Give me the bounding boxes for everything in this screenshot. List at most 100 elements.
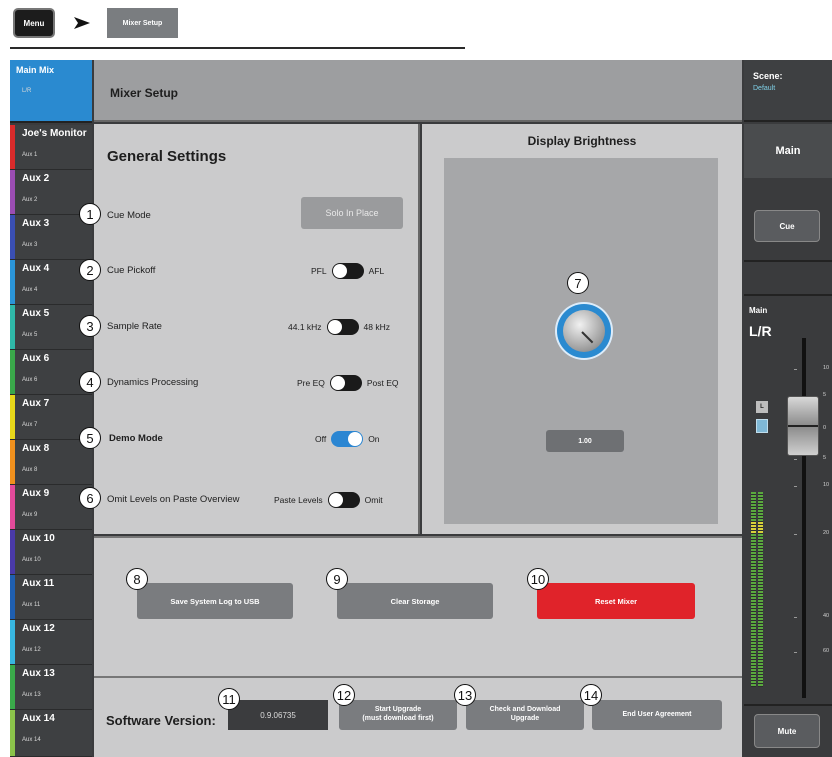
mute-button[interactable]: Mute xyxy=(754,714,820,748)
dynamics-left: Pre EQ xyxy=(297,378,325,388)
omit-levels-toggle[interactable] xyxy=(327,492,360,508)
left-indicator: L xyxy=(756,401,768,413)
channel-aux-11[interactable]: Aux 11 Aux 11 xyxy=(10,575,92,620)
scale-label: 5 xyxy=(823,392,827,398)
omit-levels-left: Paste Levels xyxy=(274,495,323,505)
channel-sub: Aux 4 xyxy=(22,287,38,293)
channel-name: Aux 14 xyxy=(22,713,55,724)
breadcrumb-mixer-setup[interactable]: Mixer Setup xyxy=(107,8,178,38)
sample-rate-label: Sample Rate xyxy=(107,321,162,332)
demo-mode-control: Off On xyxy=(315,431,380,447)
check-download-line-2: Upgrade xyxy=(510,715,540,722)
breadcrumb-arrow-icon xyxy=(74,17,90,29)
software-version-label: Software Version: xyxy=(106,713,216,728)
cue-pickoff-right: AFL xyxy=(368,266,385,276)
callout-7: 7 xyxy=(567,272,589,294)
general-settings-panel: General Settings Cue Mode Solo In Place … xyxy=(94,124,420,534)
channel-sub: Aux 1 xyxy=(22,152,38,158)
channel-name: Aux 5 xyxy=(22,308,50,319)
channel-aux-1[interactable]: Joe's Monitor Aux 1 xyxy=(10,125,92,170)
toggle-knob xyxy=(330,376,345,390)
start-upgrade-button[interactable]: Start Upgrade (must download first) xyxy=(339,700,457,730)
save-system-log-button[interactable]: Save System Log to USB xyxy=(137,583,293,619)
channel-color-bar xyxy=(10,170,15,214)
channel-color-bar xyxy=(10,665,15,709)
demo-mode-label: Demo Mode xyxy=(109,433,163,444)
main-button[interactable]: Main xyxy=(744,124,832,178)
channel-name: Aux 10 xyxy=(22,533,55,544)
channel-aux-3[interactable]: Aux 3 Aux 3 xyxy=(10,215,92,260)
channel-main-mix[interactable]: Main Mix L/R xyxy=(10,60,92,123)
callout-4: 4 xyxy=(79,371,101,393)
clear-storage-button[interactable]: Clear Storage xyxy=(337,583,493,619)
toggle-knob xyxy=(348,432,363,446)
mixer-setup-page: Menu Mixer Setup Main Mix L/R Joe's Monito… xyxy=(0,0,832,757)
demo-mode-toggle[interactable] xyxy=(331,431,364,447)
cue-mode-button[interactable]: Solo In Place xyxy=(301,197,403,229)
channel-aux-10[interactable]: Aux 10 Aux 10 xyxy=(10,530,92,575)
meter-peak-left xyxy=(751,522,756,534)
scale-tick xyxy=(794,459,797,460)
channel-aux-6[interactable]: Aux 6 Aux 6 xyxy=(10,350,92,395)
scale-label: 10 xyxy=(823,482,830,488)
channel-name: Aux 6 xyxy=(22,353,50,364)
channel-color-bar xyxy=(10,620,15,664)
callout-6: 6 xyxy=(79,487,101,509)
channel-aux-12[interactable]: Aux 12 Aux 12 xyxy=(10,620,92,665)
channel-color-bar xyxy=(10,530,15,574)
scale-label: 60 xyxy=(823,648,830,654)
scale-tick xyxy=(794,652,797,653)
display-brightness-panel: Display Brightness 1.00 xyxy=(422,124,742,534)
knob-pointer xyxy=(581,331,594,344)
omit-levels-control: Paste Levels Omit xyxy=(274,492,383,508)
scale-tick xyxy=(794,369,797,370)
channel-name: Aux 8 xyxy=(22,443,50,454)
cue-pickoff-toggle[interactable] xyxy=(331,263,364,279)
callout-13: 13 xyxy=(454,684,476,706)
reset-mixer-button[interactable]: Reset Mixer xyxy=(537,583,695,619)
brightness-knob[interactable] xyxy=(557,304,611,358)
scale-label: 5 xyxy=(823,455,827,461)
fader-channel-name: L/R xyxy=(749,323,772,339)
toggle-knob xyxy=(327,320,342,334)
utilities-panel: Save System Log to USB Clear Storage Res… xyxy=(94,536,742,676)
end-user-agreement-button[interactable]: End User Agreement xyxy=(592,700,722,730)
callout-12: 12 xyxy=(333,684,355,706)
channel-color-bar xyxy=(10,215,15,259)
check-download-line-1: Check and Download xyxy=(489,706,561,714)
page-title: Mixer Setup xyxy=(110,86,179,100)
cue-pickoff-label: Cue Pickoff xyxy=(107,265,156,276)
demo-mode-left: Off xyxy=(315,434,327,444)
sample-rate-toggle[interactable] xyxy=(326,319,359,335)
channel-aux-14[interactable]: Aux 14 Aux 14 xyxy=(10,710,92,757)
dynamics-label: Dynamics Processing xyxy=(107,377,199,388)
channel-sub: Aux 2 xyxy=(22,197,38,203)
fader-line xyxy=(788,425,818,427)
dynamics-toggle[interactable] xyxy=(329,375,362,391)
channel-sub: Aux 11 xyxy=(22,602,41,608)
channel-sub: Aux 3 xyxy=(22,242,38,248)
channel-sub: Aux 9 xyxy=(22,512,38,518)
channel-color-bar xyxy=(10,125,15,169)
channel-sub: Aux 7 xyxy=(22,422,38,428)
sample-rate-left: 44.1 kHz xyxy=(288,322,322,332)
scale-tick xyxy=(794,534,797,535)
channel-sub: Aux 6 xyxy=(22,377,38,383)
callout-8: 8 xyxy=(126,568,148,590)
check-download-upgrade-button[interactable]: Check and Download Upgrade xyxy=(466,700,584,730)
fader-track xyxy=(802,338,806,698)
scene-display[interactable]: Scene: Default xyxy=(744,60,832,122)
sample-rate-right: 48 kHz xyxy=(363,322,391,332)
scale-label: 10 xyxy=(823,365,830,371)
toggle-knob xyxy=(332,264,347,278)
page-header: Mixer Setup xyxy=(94,60,742,122)
channel-name: Aux 12 xyxy=(22,623,55,634)
main-fader[interactable] xyxy=(787,396,819,456)
scene-title: Scene: xyxy=(753,71,783,81)
cue-button[interactable]: Cue xyxy=(754,210,820,242)
scale-tick xyxy=(794,617,797,618)
cue-pickoff-left: PFL xyxy=(311,266,327,276)
menu-button[interactable]: Menu xyxy=(13,8,55,38)
channel-aux-8[interactable]: Aux 8 Aux 8 xyxy=(10,440,92,485)
channel-aux-13[interactable]: Aux 13 Aux 13 xyxy=(10,665,92,710)
